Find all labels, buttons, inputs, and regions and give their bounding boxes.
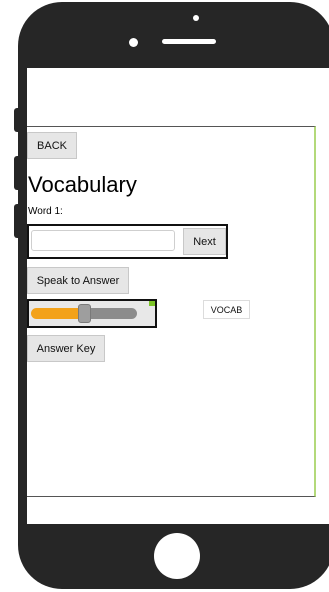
slider-thumb[interactable] bbox=[78, 304, 91, 323]
vocab-tag[interactable]: VOCAB bbox=[203, 300, 250, 319]
slider-corner-marker bbox=[149, 301, 155, 306]
slider-track bbox=[84, 308, 137, 319]
answer-key-button[interactable]: Answer Key bbox=[27, 335, 105, 362]
volume-slider[interactable] bbox=[27, 299, 157, 328]
phone-screen: BACK Vocabulary Word 1: Next Speak to An… bbox=[27, 68, 329, 524]
answer-row: Next bbox=[27, 224, 228, 259]
speak-to-answer-button[interactable]: Speak to Answer bbox=[27, 267, 129, 294]
phone-sensor bbox=[193, 15, 199, 21]
slider-fill bbox=[31, 308, 84, 319]
next-button[interactable]: Next bbox=[183, 228, 226, 255]
page-title: Vocabulary bbox=[28, 172, 137, 197]
answer-input[interactable] bbox=[31, 230, 175, 251]
home-button[interactable] bbox=[154, 533, 200, 579]
back-button[interactable]: BACK bbox=[27, 132, 77, 159]
phone-camera bbox=[129, 38, 138, 47]
phone-speaker bbox=[162, 39, 216, 44]
word-label: Word 1: bbox=[28, 206, 63, 217]
